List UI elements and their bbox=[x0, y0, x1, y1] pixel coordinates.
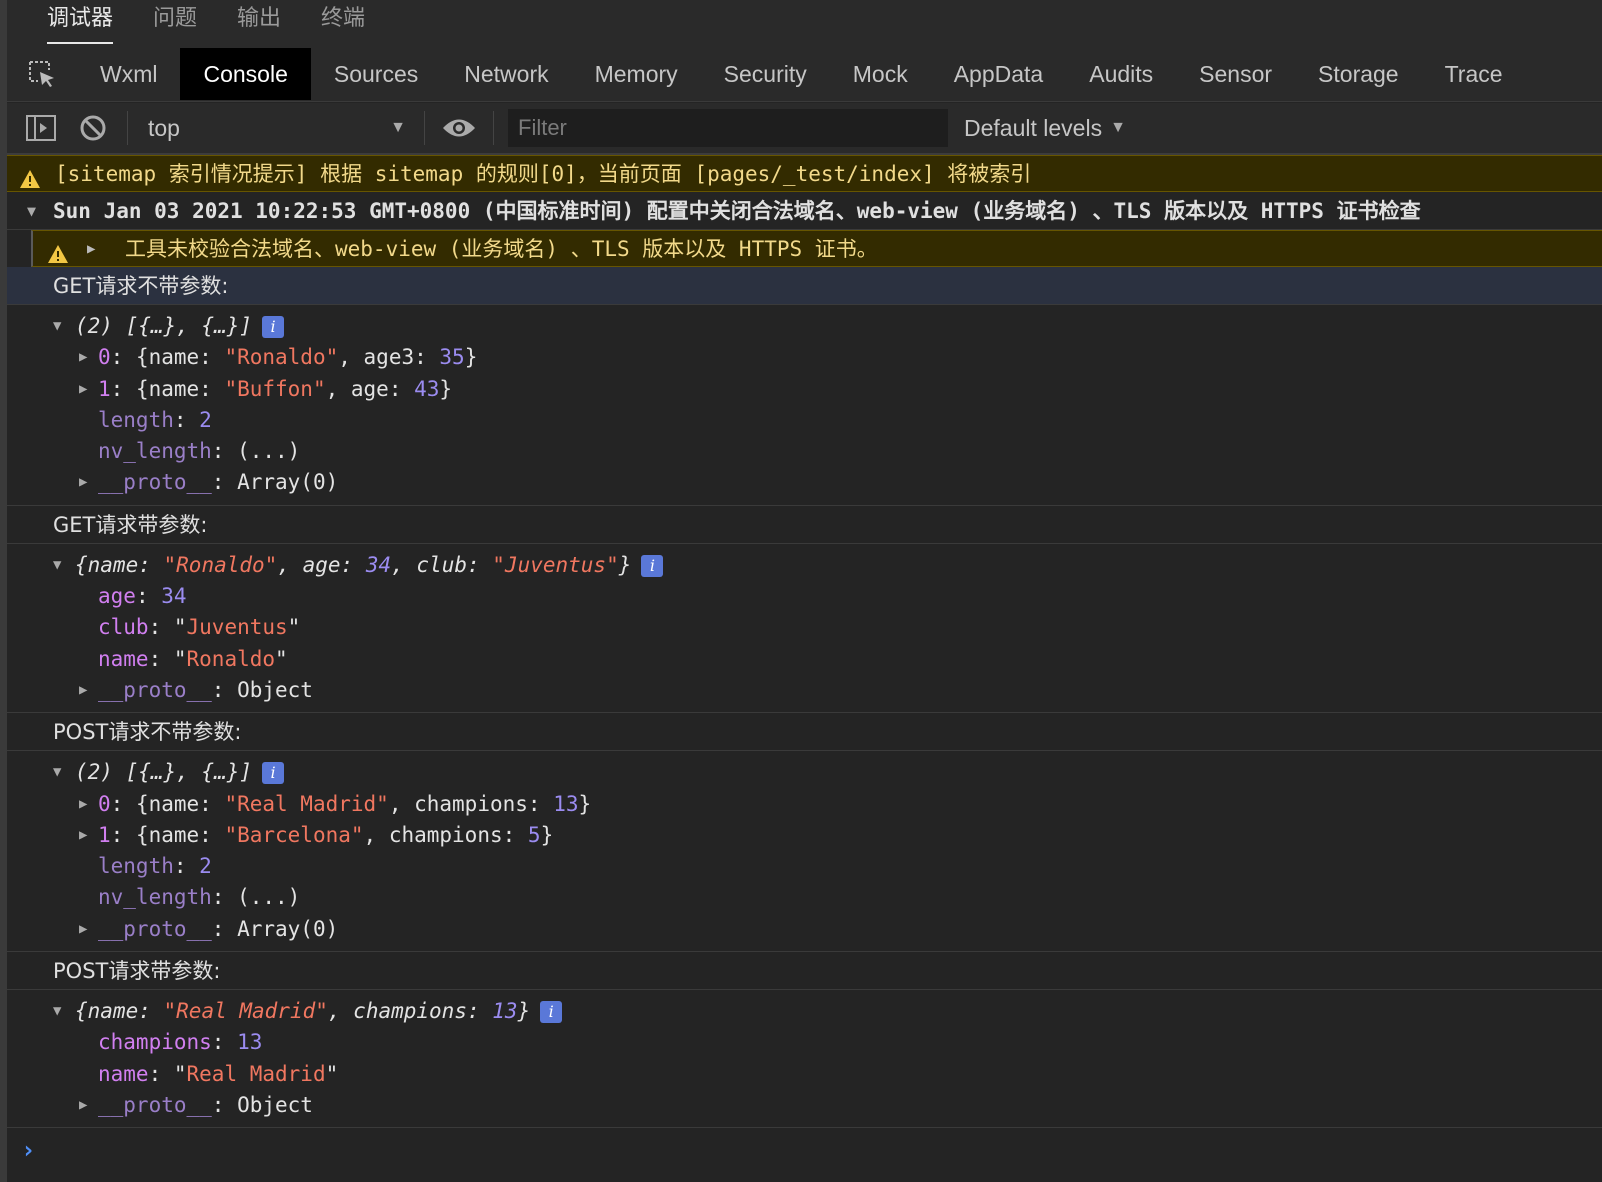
object-summary[interactable]: ▼ {name: "Ronaldo", age: 34, club: "Juven… bbox=[7, 550, 1602, 581]
property: age: 34 bbox=[98, 584, 187, 609]
expand-triangle-icon[interactable]: ▶ bbox=[79, 914, 87, 945]
warning-text: [sitemap 索引情况提示] 根据 sitemap 的规则[0]，当前页面 … bbox=[55, 162, 1032, 186]
caret-down-icon: ▼ bbox=[390, 119, 406, 136]
log-label: POST请求不带参数: bbox=[7, 713, 1602, 752]
group-header-text: Sun Jan 03 2021 10:22:53 GMT+0800 (中国标准时… bbox=[53, 199, 1421, 223]
info-icon[interactable]: i bbox=[262, 762, 285, 785]
log-levels-dropdown[interactable]: Default levels ▼ bbox=[964, 115, 1126, 142]
clear-console-icon[interactable] bbox=[67, 102, 119, 154]
panel-tab-terminal[interactable]: 终端 bbox=[321, 0, 365, 46]
expand-triangle-icon[interactable]: ▶ bbox=[79, 820, 87, 851]
panel-tab-output[interactable]: 输出 bbox=[237, 0, 281, 46]
expand-triangle-icon[interactable]: ▶ bbox=[79, 1090, 87, 1121]
log-object: ▼ {name: "Real Madrid", champions: 13} i c… bbox=[7, 990, 1602, 1129]
expand-triangle-icon[interactable]: ▶ bbox=[79, 467, 87, 498]
toolbar-separator bbox=[493, 111, 494, 145]
tab-wxml[interactable]: Wxml bbox=[77, 48, 180, 100]
tab-trace[interactable]: Trace bbox=[1422, 48, 1526, 100]
property: length: 2 bbox=[98, 407, 212, 432]
panel-tabs: 调试器 问题 输出 终端 bbox=[7, 0, 1602, 46]
proto-property[interactable]: ▶ __proto__: Array(0) bbox=[7, 914, 1602, 945]
expand-triangle-icon[interactable]: ▶ bbox=[79, 675, 87, 706]
property: length: 2 bbox=[98, 854, 212, 879]
array-item[interactable]: ▶ 0: {name: "Real Madrid", champions: 13} bbox=[7, 789, 1602, 820]
caret-down-icon: ▼ bbox=[1110, 119, 1126, 136]
property[interactable]: nv_length: (...) bbox=[7, 882, 1602, 913]
log-object: ▼ {name: "Ronaldo", age: 34, club: "Juven… bbox=[7, 544, 1602, 714]
log-label-text: GET请求不带参数: bbox=[53, 274, 229, 298]
eye-icon[interactable] bbox=[433, 102, 485, 154]
log-label: POST请求带参数: bbox=[7, 952, 1602, 991]
tab-sources[interactable]: Sources bbox=[311, 48, 441, 100]
expand-triangle-icon[interactable]: ▼ bbox=[53, 311, 61, 342]
array-item[interactable]: ▶ 1: {name: "Buffon", age: 43} bbox=[7, 374, 1602, 405]
log-object: ▼ (2) [{…}, {…}] i ▶ 0: {name: "Ronaldo", a… bbox=[7, 305, 1602, 506]
expand-triangle-icon[interactable]: ▶ bbox=[79, 374, 87, 405]
console-prompt[interactable]: › bbox=[7, 1128, 1602, 1172]
expand-triangle-icon[interactable]: ▶ bbox=[87, 231, 95, 267]
log-label-text: POST请求带参数: bbox=[53, 959, 221, 984]
tab-sensor[interactable]: Sensor bbox=[1176, 48, 1295, 100]
left-border bbox=[0, 0, 7, 1182]
tab-console[interactable]: Console bbox=[180, 47, 311, 100]
proto-property[interactable]: ▶ __proto__: Object bbox=[7, 675, 1602, 706]
inspect-element-icon[interactable] bbox=[7, 46, 77, 102]
object-summary[interactable]: ▼ {name: "Real Madrid", champions: 13} i bbox=[7, 996, 1602, 1027]
expand-triangle-icon[interactable]: ▼ bbox=[53, 996, 61, 1027]
log-label-text: POST请求不带参数: bbox=[53, 720, 242, 745]
log-label: GET请求带参数: bbox=[7, 506, 1602, 544]
tab-memory[interactable]: Memory bbox=[572, 48, 701, 100]
log-label: GET请求不带参数: bbox=[7, 267, 1602, 305]
console-group-header[interactable]: ▼ Sun Jan 03 2021 10:22:53 GMT+0800 (中国标… bbox=[7, 192, 1602, 230]
nested-warning-text: 工具未校验合法域名、web-view (业务域名) 、TLS 版本以及 HTTP… bbox=[125, 237, 878, 261]
tab-network[interactable]: Network bbox=[441, 48, 571, 100]
info-icon[interactable]: i bbox=[262, 316, 285, 338]
console-warning: [sitemap 索引情况提示] 根据 sitemap 的规则[0]，当前页面 … bbox=[7, 155, 1602, 192]
array-summary[interactable]: ▼ (2) [{…}, {…}] i bbox=[7, 311, 1602, 342]
array-summary[interactable]: ▼ (2) [{…}, {…}] i bbox=[7, 757, 1602, 788]
tab-appdata[interactable]: AppData bbox=[931, 48, 1067, 100]
console-nested-warning: ▶ 工具未校验合法域名、web-view (业务域名) 、TLS 版本以及 HT… bbox=[31, 230, 1602, 267]
toolbar-separator bbox=[127, 111, 128, 145]
levels-label: Default levels bbox=[964, 114, 1103, 141]
array-item[interactable]: ▶ 0: {name: "Ronaldo", age3: 35} bbox=[7, 342, 1602, 373]
devtools-tabs: Wxml Console Sources Network Memory Secu… bbox=[7, 46, 1602, 102]
tab-mock[interactable]: Mock bbox=[830, 48, 931, 100]
expand-triangle-icon[interactable]: ▼ bbox=[53, 757, 61, 788]
panel-tab-debugger[interactable]: 调试器 bbox=[47, 0, 114, 46]
proto-property[interactable]: ▶ __proto__: Array(0) bbox=[7, 467, 1602, 498]
panel-tab-problems[interactable]: 问题 bbox=[153, 0, 197, 46]
expand-triangle-icon[interactable]: ▶ bbox=[79, 789, 87, 820]
tab-storage[interactable]: Storage bbox=[1295, 48, 1422, 100]
expand-triangle-icon[interactable]: ▼ bbox=[27, 192, 36, 230]
info-icon[interactable]: i bbox=[641, 554, 664, 577]
property: name: "Real Madrid" bbox=[98, 1061, 339, 1086]
console-toolbar: top ▼ Default levels ▼ bbox=[7, 103, 1602, 155]
show-sidebar-icon[interactable] bbox=[15, 102, 67, 154]
context-value: top bbox=[148, 114, 180, 141]
property: club: "Juventus" bbox=[98, 615, 301, 640]
property: name: "Ronaldo" bbox=[98, 646, 288, 671]
info-icon[interactable]: i bbox=[540, 1001, 563, 1024]
prompt-chevron-icon: › bbox=[21, 1136, 36, 1165]
expand-triangle-icon[interactable]: ▶ bbox=[79, 342, 87, 373]
proto-property[interactable]: ▶ __proto__: Object bbox=[7, 1090, 1602, 1121]
tab-audits[interactable]: Audits bbox=[1066, 48, 1176, 100]
toolbar-separator bbox=[424, 111, 425, 145]
filter-input[interactable] bbox=[508, 109, 948, 147]
property: champions: 13 bbox=[98, 1030, 263, 1055]
array-item[interactable]: ▶ 1: {name: "Barcelona", champions: 5} bbox=[7, 820, 1602, 851]
log-label-text: GET请求带参数: bbox=[53, 512, 208, 537]
property[interactable]: nv_length: (...) bbox=[7, 436, 1602, 467]
log-object: ▼ (2) [{…}, {…}] i ▶ 0: {name: "Real Madrid… bbox=[7, 751, 1602, 953]
expand-triangle-icon[interactable]: ▼ bbox=[53, 550, 61, 581]
console-output: [sitemap 索引情况提示] 根据 sitemap 的规则[0]，当前页面 … bbox=[7, 155, 1602, 1182]
context-selector[interactable]: top ▼ bbox=[136, 108, 416, 148]
tab-security[interactable]: Security bbox=[701, 48, 830, 100]
